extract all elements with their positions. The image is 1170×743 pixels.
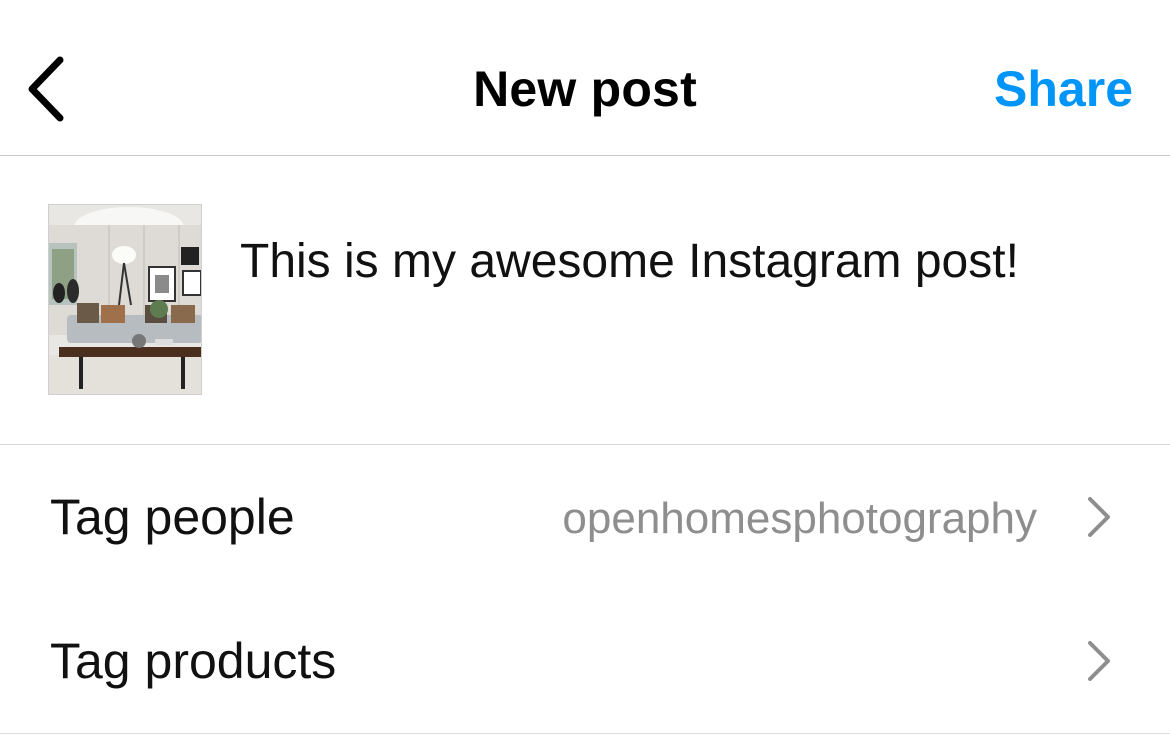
share-button[interactable]: Share [994, 58, 1133, 120]
chevron-right-icon [1088, 641, 1110, 681]
top-nav-bar: New post Share [0, 0, 1170, 156]
living-room-photo [49, 205, 201, 394]
caption-input[interactable]: This is my awesome Instagram post! [240, 232, 1019, 292]
back-button[interactable] [20, 50, 80, 130]
chevron-right-icon [1088, 497, 1110, 537]
post-composer: This is my awesome Instagram post! [0, 156, 1170, 445]
tag-people-label: Tag people [50, 489, 295, 545]
divider [0, 733, 1170, 734]
chevron-left-icon [28, 56, 64, 122]
tagged-people-value: openhomesphotography [562, 494, 1037, 543]
tag-products-label: Tag products [50, 633, 337, 689]
post-thumbnail[interactable] [48, 204, 202, 395]
tag-people-row[interactable]: Tag people openhomesphotography [0, 445, 1170, 589]
tag-products-row[interactable]: Tag products [0, 589, 1170, 733]
